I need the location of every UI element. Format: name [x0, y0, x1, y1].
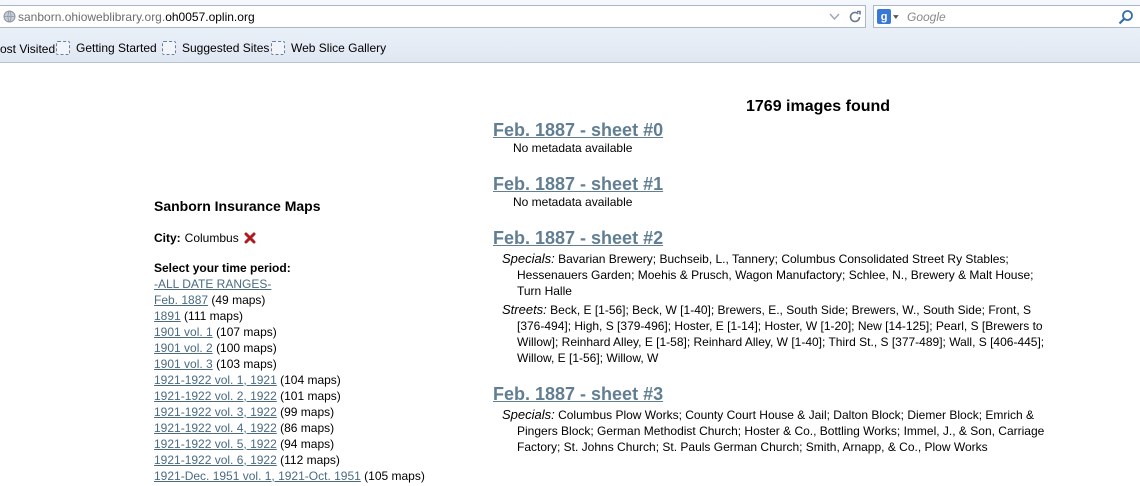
map-count: (103 maps)	[216, 357, 277, 371]
map-count: (105 maps)	[364, 469, 425, 483]
time-period-item: 1921-1922 vol. 1, 1921 (104 maps)	[154, 372, 474, 388]
result-item: Feb. 1887 - sheet #3 Specials: Columbus …	[493, 383, 1053, 455]
no-metadata-text: No metadata available	[513, 195, 633, 209]
time-period-link[interactable]: -ALL DATE RANGES-	[154, 277, 271, 291]
sheet-link[interactable]: Feb. 1887 - sheet #0	[493, 119, 663, 141]
map-count: (104 maps)	[280, 373, 341, 387]
time-period-link[interactable]: 1921-1922 vol. 4, 1922	[154, 421, 277, 435]
results-count: 1769 images found	[746, 98, 891, 115]
time-period-link[interactable]: 1921-1922 vol. 2, 1922	[154, 389, 277, 403]
city-label: City:	[154, 231, 181, 245]
history-dropdown-icon[interactable]	[827, 8, 841, 25]
result-item: Feb. 1887 - sheet #2 Specials: Bavarian …	[493, 227, 1053, 366]
bookmark-label: Suggested Sites	[182, 41, 270, 55]
bookmarks-toolbar: ost Visited Getting Started Suggested Si…	[0, 34, 1140, 63]
time-period-link[interactable]: 1921-1922 vol. 1, 1921	[154, 373, 277, 387]
google-logo-icon: g	[877, 9, 892, 24]
sheet-link[interactable]: Feb. 1887 - sheet #3	[493, 383, 663, 405]
map-count: (100 maps)	[216, 341, 277, 355]
map-count: (111 maps)	[184, 309, 243, 323]
map-count: (101 maps)	[280, 389, 341, 403]
time-period-link[interactable]: 1901 vol. 3	[154, 357, 213, 371]
search-engine-selector[interactable]: g	[877, 8, 899, 25]
bookmark-label: Getting Started	[76, 41, 157, 55]
time-period-link[interactable]: 1891	[154, 309, 181, 323]
search-input[interactable]	[907, 9, 1107, 24]
streets-label: Streets:	[502, 302, 547, 317]
remove-city-icon[interactable]	[244, 232, 256, 244]
streets-entry: Streets: Beck, E [1-56]; Beck, W [1-40];…	[502, 302, 1053, 366]
map-count: (107 maps)	[216, 325, 277, 339]
no-metadata-text: No metadata available	[513, 141, 633, 155]
url-text[interactable]: sanborn.ohioweblibrary.org.oh0057.oplin.…	[18, 10, 255, 24]
time-period-link[interactable]: 1921-1922 vol. 3, 1922	[154, 405, 277, 419]
bookmark-page-icon	[162, 41, 176, 55]
sidebar-heading: Sanborn Insurance Maps	[154, 198, 321, 214]
map-count: (99 maps)	[280, 405, 335, 419]
time-period-link[interactable]: 1921-1922 vol. 5, 1922	[154, 437, 277, 451]
time-period-link[interactable]: 1901 vol. 1	[154, 325, 213, 339]
specials-entry: Specials: Columbus Plow Works; County Co…	[502, 407, 1053, 455]
specials-label: Specials:	[502, 407, 555, 422]
url-host: oh0057.oplin.org	[165, 9, 255, 24]
sheet-metadata: Specials: Bavarian Brewery; Buchseib, L.…	[502, 251, 1053, 366]
sidebar: Sanborn Insurance Maps City: Columbus Se…	[154, 198, 474, 484]
reload-icon[interactable]	[847, 8, 863, 25]
specials-text: Columbus Plow Works; County Court House …	[517, 408, 1045, 454]
time-period-item: 1921-1922 vol. 2, 1922 (101 maps)	[154, 388, 474, 404]
time-period-item: 1921-Dec. 1951 vol. 1, 1921-Oct. 1951 (1…	[154, 468, 474, 484]
bookmark-label: Web Slice Gallery	[291, 41, 387, 55]
time-period-link[interactable]: Feb. 1887	[154, 293, 208, 307]
bookmark-web-slice-gallery[interactable]: Web Slice Gallery	[271, 41, 386, 55]
time-period-item: -ALL DATE RANGES-	[154, 276, 474, 292]
time-period-item: 1921-1922 vol. 4, 1922 (86 maps)	[154, 420, 474, 436]
time-period-label: Select your time period:	[154, 261, 291, 275]
map-count: (112 maps)	[280, 453, 340, 467]
specials-entry: Specials: Bavarian Brewery; Buchseib, L.…	[502, 251, 1053, 299]
bookmark-most-visited[interactable]: ost Visited	[0, 42, 55, 56]
time-period-item: 1921-1922 vol. 6, 1922 (112 maps)	[154, 452, 474, 468]
sheet-link[interactable]: Feb. 1887 - sheet #1	[493, 173, 663, 195]
sheet-link[interactable]: Feb. 1887 - sheet #2	[493, 227, 663, 249]
map-count: (94 maps)	[280, 437, 335, 451]
search-icon[interactable]	[1118, 9, 1134, 25]
time-period-link[interactable]: 1901 vol. 2	[154, 341, 213, 355]
result-item: Feb. 1887 - sheet #0 No metadata availab…	[493, 119, 1053, 156]
time-period-item: 1921-1922 vol. 5, 1922 (94 maps)	[154, 436, 474, 452]
globe-icon	[2, 10, 16, 24]
bookmark-suggested-sites[interactable]: Suggested Sites	[162, 41, 269, 55]
bookmark-getting-started[interactable]: Getting Started	[56, 41, 157, 55]
map-count: (86 maps)	[280, 421, 335, 435]
page-content: 1769 images found Sanborn Insurance Maps…	[0, 64, 1140, 486]
map-count: (49 maps)	[211, 293, 266, 307]
time-period-link[interactable]: 1921-Dec. 1951 vol. 1, 1921-Oct. 1951	[154, 469, 361, 483]
specials-text: Bavarian Brewery; Buchseib, L., Tannery;…	[517, 252, 1034, 298]
time-period-item: 1901 vol. 2 (100 maps)	[154, 340, 474, 356]
time-period-link[interactable]: 1921-1922 vol. 6, 1922	[154, 453, 277, 467]
time-period-list: -ALL DATE RANGES- Feb. 1887 (49 maps) 1891…	[154, 276, 474, 484]
address-bar[interactable]: sanborn.ohioweblibrary.org.oh0057.oplin.…	[0, 5, 866, 28]
result-item: Feb. 1887 - sheet #1 No metadata availab…	[493, 173, 1053, 210]
search-bar[interactable]: g	[873, 5, 1140, 28]
city-value: Columbus	[184, 231, 239, 245]
city-filter: City: Columbus	[154, 231, 474, 245]
time-period-item: 1901 vol. 1 (107 maps)	[154, 324, 474, 340]
url-prefix: sanborn.ohioweblibrary.org.	[18, 9, 166, 24]
specials-label: Specials:	[502, 251, 555, 266]
time-period-item: 1891 (111 maps)	[154, 308, 474, 324]
sheet-metadata: Specials: Columbus Plow Works; County Co…	[502, 407, 1053, 455]
bookmark-page-icon	[271, 41, 285, 55]
time-period-item: 1901 vol. 3 (103 maps)	[154, 356, 474, 372]
navigation-toolbar: sanborn.ohioweblibrary.org.oh0057.oplin.…	[0, 0, 1140, 34]
engine-dropdown-icon	[893, 14, 899, 19]
bookmark-page-icon	[56, 41, 70, 55]
results-list: Feb. 1887 - sheet #0 No metadata availab…	[493, 119, 1053, 472]
time-period-item: Feb. 1887 (49 maps)	[154, 292, 474, 308]
time-period-item: 1921-1922 vol. 3, 1922 (99 maps)	[154, 404, 474, 420]
bookmark-label: ost Visited	[0, 42, 56, 56]
streets-text: Beck, E [1-56]; Beck, W [1-40]; Brewers,…	[517, 303, 1045, 365]
